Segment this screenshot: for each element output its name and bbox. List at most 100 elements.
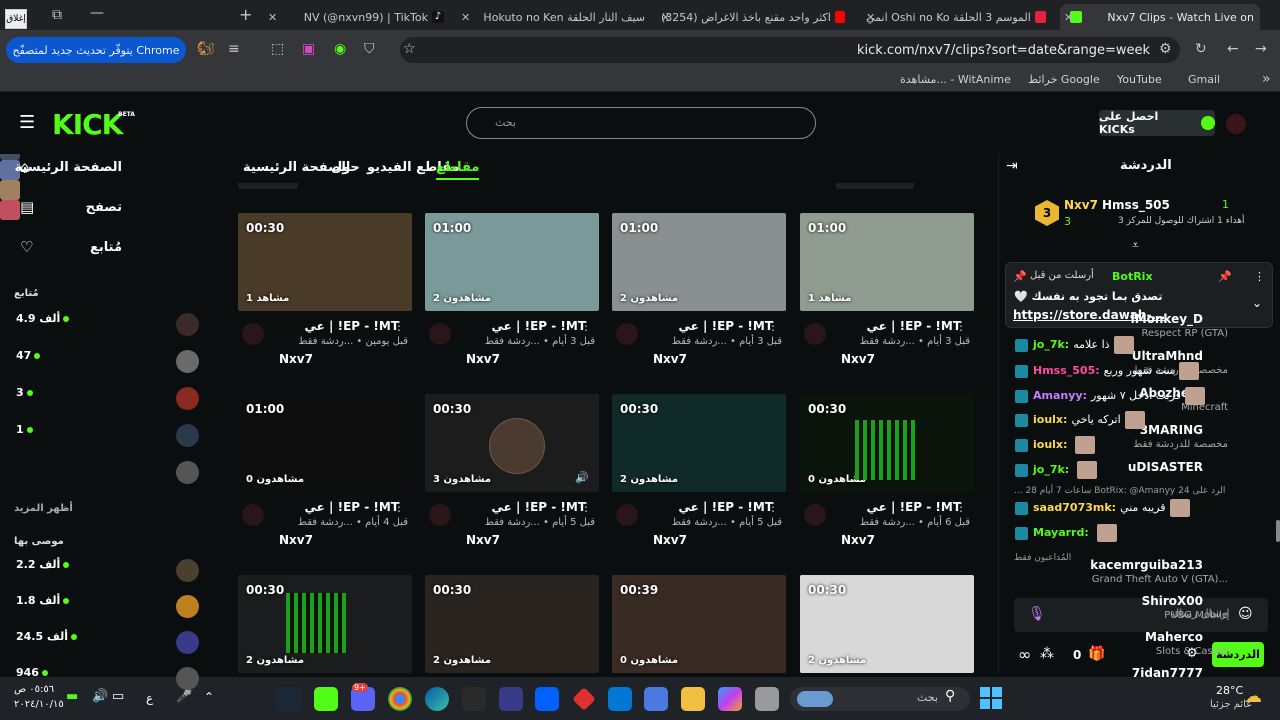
media-icon[interactable]: ≡: [228, 41, 240, 57]
expand-icon[interactable]: ⌄: [1252, 296, 1262, 310]
chat-username[interactable]: Amanyy:: [1033, 389, 1087, 402]
top-gifter-name[interactable]: Hmss_505: [1102, 198, 1170, 212]
edge-icon[interactable]: [425, 687, 449, 711]
clip-channel[interactable]: Nxv7: [279, 533, 313, 547]
kick-app-icon[interactable]: [314, 687, 338, 711]
language-icon[interactable]: ع: [146, 691, 153, 705]
nav-following[interactable]: مُتابع: [90, 240, 122, 255]
clip-thumbnail[interactable]: 01:00 مشاهد 1: [800, 213, 974, 311]
clip-thumbnail[interactable]: 00:39 مشاهدون 0: [612, 575, 786, 673]
clip-thumbnail[interactable]: 00:30 مشاهد 1: [238, 213, 412, 311]
clip-title[interactable]: عي | !EP - !MT: [867, 319, 961, 333]
clip-menu-icon[interactable]: ⋮: [955, 319, 967, 333]
volume-icon[interactable]: 🔊: [575, 471, 589, 484]
filter-bar[interactable]: [238, 183, 974, 193]
extensions-puzzle-icon[interactable]: ⬚: [271, 41, 284, 57]
channel-name[interactable]: iMonkey_D: [1131, 312, 1203, 326]
emoji-icon[interactable]: ☺: [1238, 606, 1253, 622]
bookmark-gmail[interactable]: Gmail: [1188, 73, 1220, 86]
tab-search-icon[interactable]: ⧉: [52, 7, 62, 23]
clip-thumbnail[interactable]: 01:00 مشاهدون 2: [425, 213, 599, 311]
tab-hokuto[interactable]: ✕ Hokuto no Ken سيف النار الحلقة: [455, 4, 651, 30]
steam-icon[interactable]: [277, 687, 301, 711]
show-more-link[interactable]: أظهر المزيد: [14, 503, 73, 514]
microphone-icon[interactable]: 🎤: [176, 689, 192, 704]
chat-username[interactable]: Hmss_505:: [1033, 364, 1100, 377]
clip-thumbnail[interactable]: 00:30 مشاهدون 2: [425, 575, 599, 673]
sort-dropdown[interactable]: [238, 183, 298, 189]
clip-channel-avatar[interactable]: [242, 504, 264, 526]
tray-chevron-icon[interactable]: ⌃: [204, 690, 214, 704]
close-tab-icon[interactable]: ✕: [1064, 11, 1073, 24]
back-icon[interactable]: →: [1255, 41, 1267, 57]
close-tab-icon[interactable]: ✕: [461, 11, 470, 24]
close-tab-icon[interactable]: ✕: [268, 11, 277, 24]
mic-icon[interactable]: 🎙: [1028, 606, 1046, 622]
channel-avatar[interactable]: [176, 387, 199, 410]
channel-avatar[interactable]: [176, 559, 199, 582]
clip-menu-icon[interactable]: ⋮: [393, 500, 405, 514]
channel-name[interactable]: ShiroX00: [1142, 594, 1203, 608]
channel-name[interactable]: Maherco: [1145, 630, 1203, 644]
clip-channel[interactable]: Nxv7: [466, 533, 500, 547]
clip-channel[interactable]: Nxv7: [653, 352, 687, 366]
clip-thumbnail[interactable]: 00:30 مشاهدون 2: [238, 575, 412, 673]
clip-channel[interactable]: Nxv7: [841, 533, 875, 547]
collapse-chat-icon[interactable]: ⇥: [1006, 158, 1018, 174]
file-explorer-icon[interactable]: [681, 687, 705, 711]
channel-name[interactable]: 7idan7777: [1132, 666, 1203, 680]
clock-time[interactable]: ٠٥:٥٦ ص: [14, 684, 54, 695]
app-icon[interactable]: [755, 687, 779, 711]
bookmark-maps[interactable]: خرائط Google: [1028, 73, 1100, 86]
tab-clips[interactable]: مقاطع: [436, 160, 480, 180]
channel-avatar[interactable]: [176, 461, 199, 484]
new-tab-icon[interactable]: +: [239, 5, 252, 24]
streamer-name[interactable]: Nxv7: [1064, 198, 1098, 212]
gift-icon[interactable]: 🎁: [1088, 646, 1105, 662]
close-tab-icon[interactable]: ✕: [866, 11, 875, 24]
more-bookmarks-icon[interactable]: »: [1262, 71, 1271, 87]
channel-avatar[interactable]: [176, 595, 199, 618]
clip-thumbnail[interactable]: 00:30 مشاهدون 3 🔊: [425, 394, 599, 492]
chrome-update-button[interactable]: يتوفّر تحديث جديد لمتصفّح Chrome: [6, 37, 186, 63]
clip-channel[interactable]: Nxv7: [653, 533, 687, 547]
chat-username[interactable]: ioulx:: [1033, 438, 1067, 451]
nav-browse[interactable]: تصفح: [86, 200, 122, 215]
clip-title[interactable]: عي | !EP - !MT: [492, 319, 586, 333]
shield-icon[interactable]: ⛉: [364, 41, 375, 57]
dropbox-icon[interactable]: [535, 687, 559, 711]
clip-title[interactable]: عي | !EP - !MT: [867, 500, 961, 514]
bookmark-youtube[interactable]: YouTube: [1117, 73, 1162, 86]
clip-thumbnail[interactable]: 00:30 مشاهدون 2: [612, 394, 786, 492]
chat-username[interactable]: jo_7k:: [1033, 338, 1069, 351]
site-settings-icon[interactable]: ⚙: [1159, 41, 1172, 57]
windows-start-icon[interactable]: [980, 687, 1002, 709]
close-tab-icon[interactable]: ✕: [661, 11, 670, 24]
clip-title[interactable]: عي | !EP - !MT: [305, 500, 399, 514]
clip-menu-icon[interactable]: ⋮: [767, 500, 779, 514]
get-kicks-button[interactable]: احصل على KICKs: [1099, 110, 1215, 136]
page-scrollbar[interactable]: [1276, 520, 1280, 542]
clip-thumbnail[interactable]: 01:00 مشاهدون 2: [612, 213, 786, 311]
volume-icon[interactable]: 🔊: [92, 689, 108, 704]
extension-icon[interactable]: 🐿: [197, 41, 215, 57]
clip-title[interactable]: عي | !EP - !MT: [679, 500, 773, 514]
kick-logo[interactable]: KICK: [52, 108, 123, 141]
menu-icon[interactable]: ☰: [19, 112, 35, 133]
clip-thumbnail[interactable]: 00:30 مشاهدون 2: [800, 575, 974, 673]
forward-icon[interactable]: ←: [1227, 41, 1239, 57]
tab-tiktok[interactable]: ✕ NV (@nxvn99) | TikTok ♪: [262, 4, 454, 30]
extension-icon[interactable]: ◉: [334, 41, 346, 57]
nav-home[interactable]: الصفحة الرئيسية: [15, 160, 122, 175]
clip-channel[interactable]: Nxv7: [466, 352, 500, 366]
more-options-icon[interactable]: ⋮: [1254, 270, 1265, 283]
clip-channel-avatar[interactable]: [804, 323, 826, 345]
chat-username[interactable]: ioulx:: [1033, 413, 1067, 426]
tab-youtube[interactable]: ✕ (3254) اكثر واحد مقنع باخذ الاغراض: [655, 4, 855, 30]
app-icon[interactable]: [499, 687, 523, 711]
sender-avatar[interactable]: [0, 180, 20, 200]
channel-avatar[interactable]: [176, 424, 199, 447]
channel-name[interactable]: UltraMhnd: [1132, 349, 1203, 363]
bookmark-star-icon[interactable]: ☆: [403, 41, 416, 57]
chat-username[interactable]: saad7073mk:: [1033, 501, 1116, 514]
